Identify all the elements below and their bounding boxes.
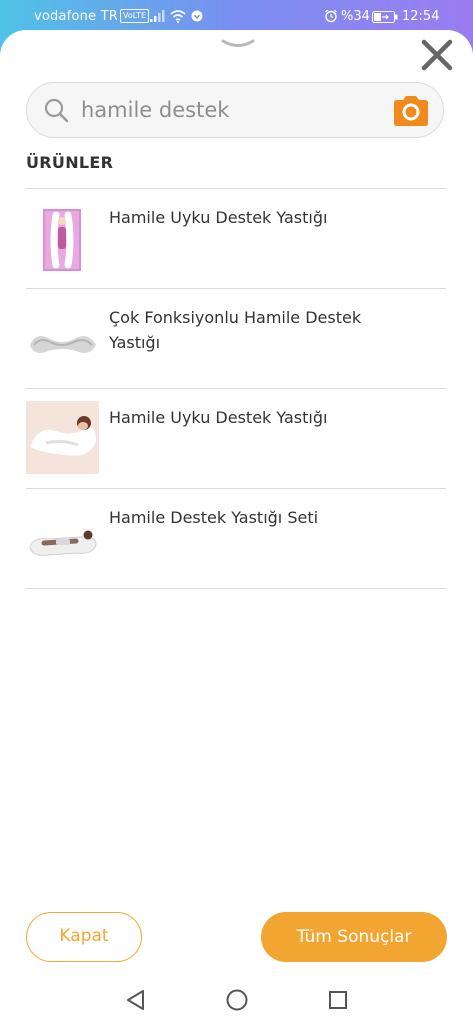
chevron-down-icon[interactable]: [220, 38, 256, 52]
all-results-button[interactable]: Tüm Sonuçlar: [261, 912, 447, 962]
product-item[interactable]: Hamile Uyku Destek Yastığı: [26, 189, 446, 289]
clock: 12:54: [402, 9, 440, 24]
section-title: ÜRÜNLER: [26, 153, 114, 172]
back-icon[interactable]: [124, 988, 148, 1012]
carrier-name: vodafone TR: [34, 9, 118, 24]
search-sheet: ÜRÜNLER Hamile Uyku Destek Yastığı: [0, 30, 473, 1024]
search-input[interactable]: [81, 94, 381, 126]
volte-badge: VoLTE: [120, 9, 150, 23]
camera-icon[interactable]: [391, 95, 431, 127]
recent-apps-icon[interactable]: [326, 988, 350, 1012]
product-item[interactable]: Hamile Uyku Destek Yastığı: [26, 389, 446, 489]
home-icon[interactable]: [225, 988, 249, 1012]
product-title: Hamile Uyku Destek Yastığı: [109, 408, 328, 427]
battery-icon: [372, 11, 398, 23]
product-thumbnail: [26, 401, 99, 474]
screen: vodafone TR VoLTE %34 12:54 hamile deste…: [0, 0, 473, 1024]
search-bar: [26, 82, 444, 138]
close-button[interactable]: Kapat: [26, 912, 142, 962]
status-bar: vodafone TR VoLTE %34 12:54: [0, 0, 473, 34]
product-list: Hamile Uyku Destek Yastığı Çok Fonksiyon…: [26, 188, 446, 589]
signal-icon: [150, 10, 165, 22]
product-title: Çok Fonksiyonlu Hamile Destek Yastığı: [109, 308, 362, 352]
search-icon: [44, 98, 69, 123]
battery-percent: %34: [341, 9, 370, 24]
navigation-bar: [0, 976, 473, 1024]
vpn-icon: [191, 10, 203, 22]
product-title: Hamile Destek Yastığı Seti: [109, 508, 319, 527]
alarm-icon: [325, 9, 337, 23]
close-icon[interactable]: [418, 36, 456, 74]
product-item[interactable]: Çok Fonksiyonlu Hamile Destek Yastığı: [26, 289, 446, 389]
wifi-icon: [170, 10, 186, 23]
product-title: Hamile Uyku Destek Yastığı: [109, 208, 328, 227]
product-item[interactable]: Hamile Destek Yastığı Seti: [26, 489, 446, 589]
product-thumbnail: [26, 201, 99, 274]
product-thumbnail: [26, 301, 99, 374]
product-thumbnail: [26, 501, 99, 574]
